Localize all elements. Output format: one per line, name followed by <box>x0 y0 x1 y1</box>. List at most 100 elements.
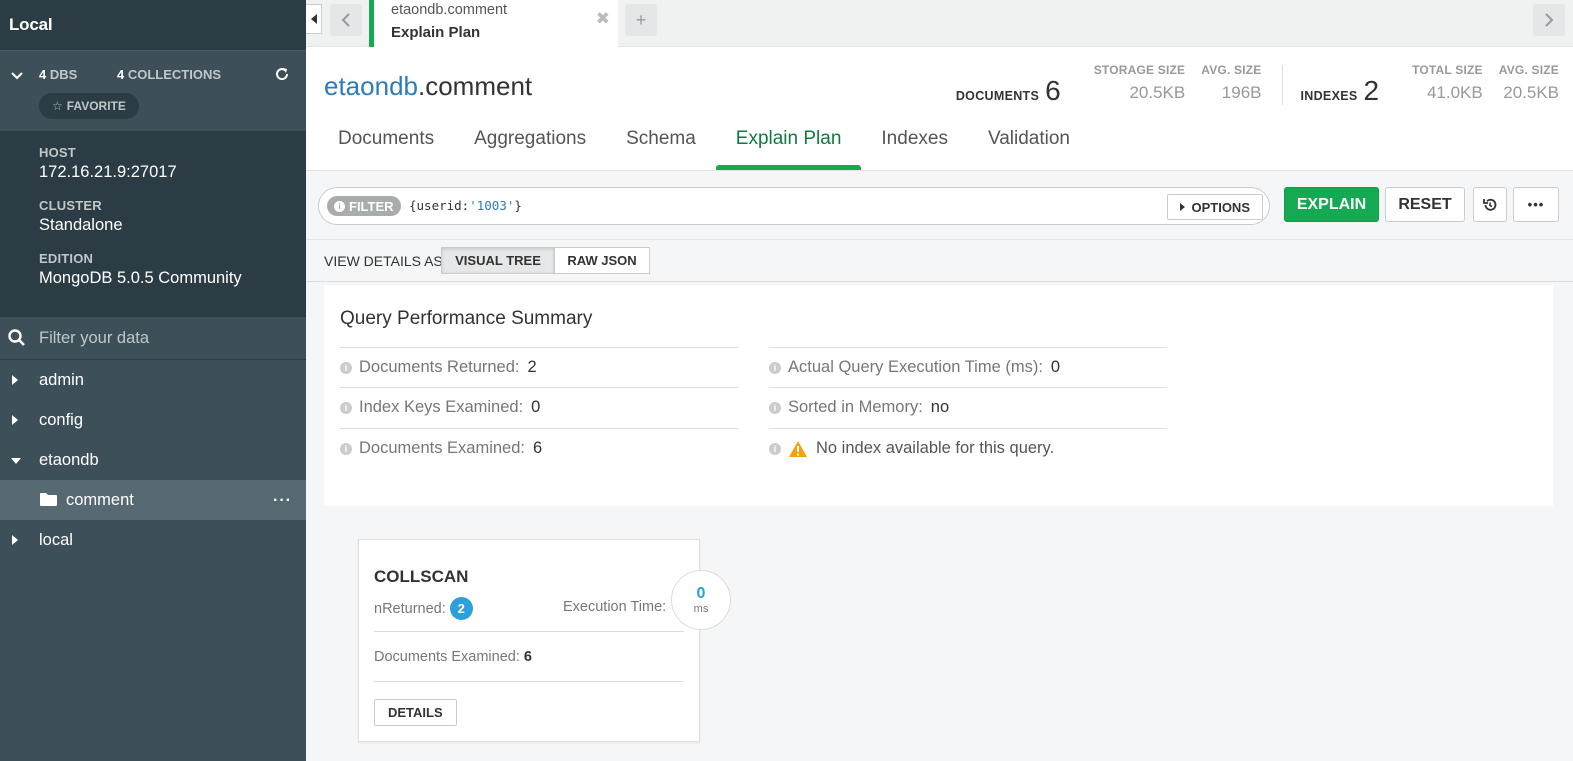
new-tab-button[interactable]: + <box>625 4 657 36</box>
tab-namespace: etaondb.comment <box>391 2 508 18</box>
filter-query-input[interactable]: i FILTER {userid:'1003'} OPTIONS <box>318 187 1270 225</box>
raw-json-button[interactable]: RAW JSON <box>554 247 650 274</box>
cluster-value: Standalone <box>39 216 123 234</box>
more-options-button[interactable]: ••• <box>1513 187 1559 222</box>
divider <box>374 681 684 682</box>
tab-subtitle: Explain Plan <box>391 24 481 41</box>
collscan-stage-card: COLLSCAN nReturned: 2 Execution Time: 0 m… <box>358 539 731 742</box>
sidebar: Local 4 DBS 4 COLLECTIONS ☆ FAVORITE HOS… <box>0 0 306 761</box>
chevron-right-icon <box>1545 13 1554 27</box>
query-bar: i FILTER {userid:'1003'} OPTIONS EXPLAIN… <box>306 172 1573 240</box>
docs-examined-row: i Documents Examined: 6 <box>340 428 738 468</box>
collapse-sidebar-button[interactable] <box>306 4 322 34</box>
scroll-tabs-left-button[interactable] <box>330 4 362 36</box>
refresh-icon[interactable] <box>274 66 290 82</box>
query-history-button[interactable] <box>1473 187 1507 222</box>
query-performance-summary: Query Performance Summary i Documents Ret… <box>324 285 1553 506</box>
info-icon[interactable]: i <box>340 401 352 414</box>
host-label: HOST <box>39 145 76 160</box>
collection-menu-icon[interactable]: ··· <box>273 492 292 510</box>
sidebar-item-local[interactable]: local <box>0 520 306 560</box>
explain-button[interactable]: EXPLAIN <box>1284 187 1379 222</box>
tab-aggregations[interactable]: Aggregations <box>454 116 606 170</box>
history-icon <box>1483 198 1497 211</box>
reset-button[interactable]: RESET <box>1385 187 1465 222</box>
caret-right-icon <box>12 415 18 425</box>
search-icon <box>8 329 25 346</box>
favorite-button[interactable]: ☆ FAVORITE <box>39 93 139 119</box>
host-value: 172.16.21.9:27017 <box>39 163 177 181</box>
edition-label: EDITION <box>39 251 94 266</box>
instance-info: HOST 172.16.21.9:27017 CLUSTER Standalon… <box>0 131 306 317</box>
details-button[interactable]: DETAILS <box>374 699 457 726</box>
view-details-bar: VIEW DETAILS AS VISUAL TREE RAW JSON <box>306 241 1573 282</box>
nreturned: nReturned: 2 <box>374 597 473 620</box>
cluster-label: CLUSTER <box>39 198 102 213</box>
info-icon[interactable]: i <box>340 361 352 374</box>
tab-validation[interactable]: Validation <box>968 116 1090 170</box>
collection-namespace: etaondb.comment <box>324 71 533 101</box>
sidebar-item-etaondb[interactable]: etaondb <box>0 440 306 480</box>
collection-stats: DOCUMENTS 6 STORAGE SIZE 20.5KB AVG. SIZE 1… <box>956 63 1559 107</box>
caret-right-icon <box>1180 203 1186 211</box>
sidebar-filter <box>0 317 306 360</box>
close-icon[interactable]: ✖ <box>596 9 610 29</box>
caret-down-icon <box>11 458 21 464</box>
visual-tree-button[interactable]: VISUAL TREE <box>441 247 555 274</box>
caret-right-icon <box>12 535 18 545</box>
collection-header: etaondb.comment DOCUMENTS 6 STORAGE SIZE 2… <box>306 47 1573 171</box>
index-avg-size-stat: AVG. SIZE 20.5KB <box>1498 63 1559 102</box>
stage-name: COLLSCAN <box>374 567 469 586</box>
chevron-down-icon[interactable] <box>10 69 24 83</box>
tab-etaondb-comment[interactable]: etaondb.comment Explain Plan ✖ <box>369 0 618 47</box>
total-size-stat: TOTAL SIZE 41.0KB <box>1412 63 1483 102</box>
instance-title: Local <box>0 0 306 50</box>
info-icon[interactable]: i <box>769 361 781 374</box>
filter-query-text: {userid:'1003'} <box>409 198 522 213</box>
filter-badge: i FILTER <box>327 196 401 216</box>
info-icon[interactable]: i <box>340 442 352 455</box>
execution-time-clock: 0 ms <box>671 570 731 630</box>
view-details-label: VIEW DETAILS AS <box>324 253 443 269</box>
tab-explain-plan[interactable]: Explain Plan <box>715 116 862 170</box>
instance-stats: 4 DBS 4 COLLECTIONS ☆ FAVORITE <box>0 50 306 131</box>
sidebar-item-comment[interactable]: comment ··· <box>0 480 306 520</box>
collections-count: 4 COLLECTIONS <box>117 67 222 82</box>
tab-documents[interactable]: Documents <box>318 116 454 170</box>
edition-value: MongoDB 5.0.5 Community <box>39 269 242 287</box>
execution-time-label: Execution Time: <box>563 599 667 615</box>
warning-icon <box>789 440 807 457</box>
no-index-warning-row: i No index available for this query. <box>769 428 1167 468</box>
collection-tabs: Documents Aggregations Schema Explain Pl… <box>318 116 1090 170</box>
main-panel: etaondb.comment Explain Plan ✖ + etaondb… <box>306 0 1573 761</box>
avg-size-stat: AVG. SIZE 196B <box>1201 63 1262 102</box>
info-icon[interactable]: i <box>769 401 781 414</box>
folder-icon <box>40 493 57 506</box>
info-icon: i <box>334 200 345 212</box>
sidebar-item-config[interactable]: config <box>0 400 306 440</box>
chevron-left-icon <box>341 13 350 27</box>
summary-title: Query Performance Summary <box>340 308 593 329</box>
workspace-tabbar: etaondb.comment Explain Plan ✖ + <box>306 0 1573 47</box>
filter-data-input[interactable] <box>39 328 279 348</box>
nreturned-badge: 2 <box>449 597 473 620</box>
info-icon[interactable]: i <box>769 442 781 455</box>
indexes-stat: INDEXES 2 <box>1300 75 1380 106</box>
documents-stat: DOCUMENTS 6 <box>955 75 1061 106</box>
tab-schema[interactable]: Schema <box>606 116 716 170</box>
exec-time-row: i Actual Query Execution Time (ms): 0 <box>769 347 1167 387</box>
options-button[interactable]: OPTIONS <box>1167 194 1263 220</box>
star-icon: ☆ <box>52 99 63 113</box>
tab-indexes[interactable]: Indexes <box>861 116 968 170</box>
caret-right-icon <box>12 375 18 385</box>
dbs-count: 4 DBS <box>39 67 78 82</box>
sorted-in-memory-row: i Sorted in Memory: no <box>769 387 1167 427</box>
scroll-tabs-right-button[interactable] <box>1533 4 1565 36</box>
storage-size-stat: STORAGE SIZE 20.5KB <box>1093 63 1186 102</box>
namespace-db-link[interactable]: etaondb <box>324 71 418 101</box>
stats-divider <box>1281 65 1283 105</box>
docs-returned-row: i Documents Returned: 2 <box>340 347 738 387</box>
index-keys-row: i Index Keys Examined: 0 <box>340 387 738 427</box>
stage-docs-examined: Documents Examined: 6 <box>374 649 532 665</box>
sidebar-item-admin[interactable]: admin <box>0 360 306 400</box>
